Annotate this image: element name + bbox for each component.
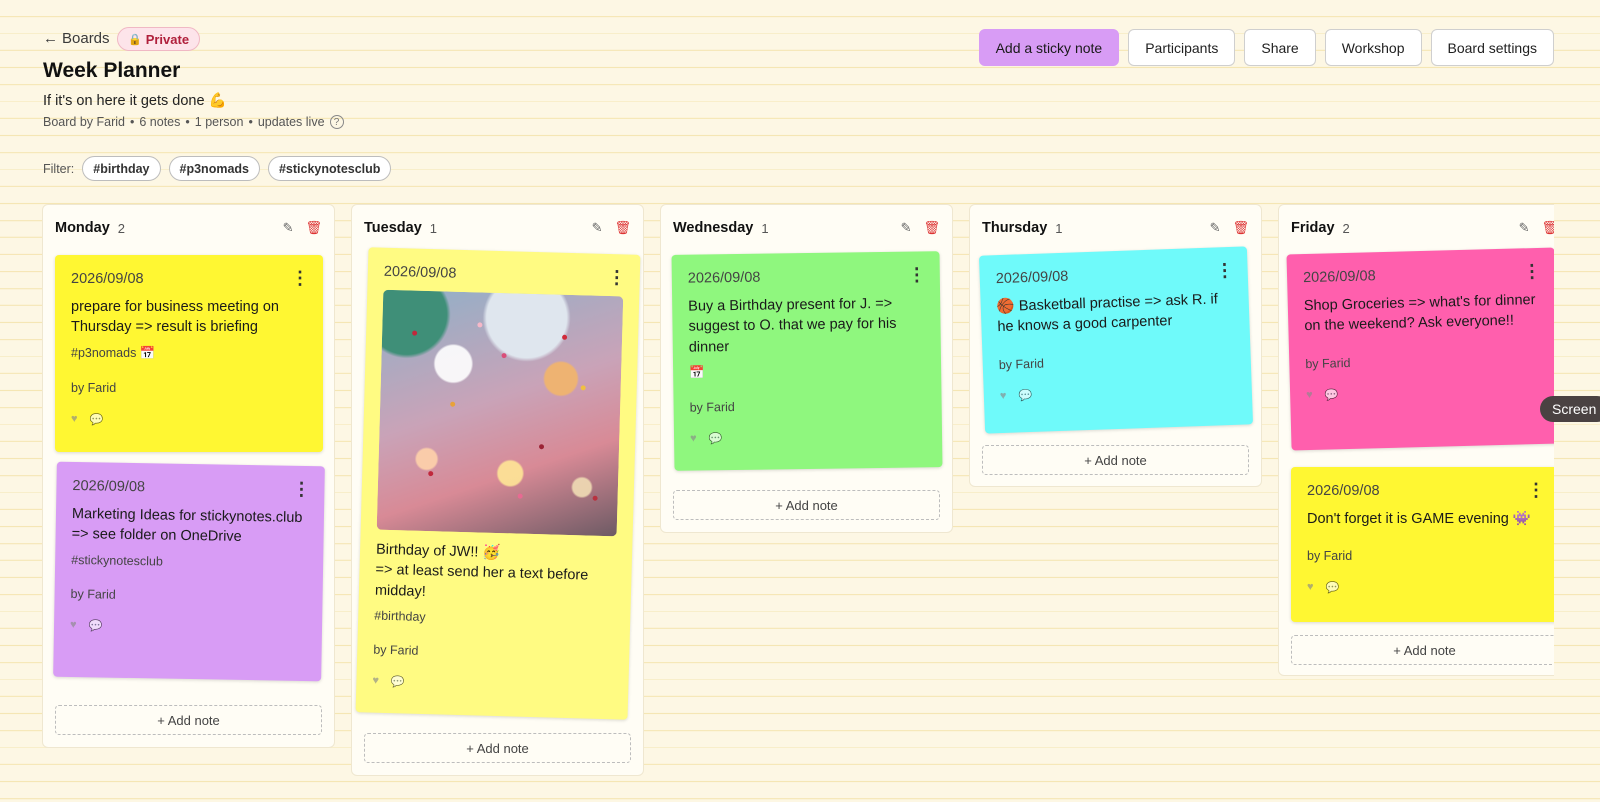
screen-share-pill[interactable]: Screen xyxy=(1540,396,1600,422)
column-title: Wednesday xyxy=(673,220,754,236)
note-author: by Farid xyxy=(71,380,117,395)
column-note-count: 1 xyxy=(429,220,437,236)
sticky-note[interactable]: 2026/09/08 ⋮ 🏀 Basketball practise => as… xyxy=(978,246,1254,434)
comment-icon[interactable]: 💬 xyxy=(1325,388,1339,401)
add-note-button[interactable]: + Add note xyxy=(1291,635,1554,665)
note-date: 2026/09/08 xyxy=(995,268,1069,288)
edit-column-icon[interactable]: ✎ xyxy=(1519,220,1530,236)
add-note-button[interactable]: + Add note xyxy=(982,445,1249,475)
note-menu-icon[interactable]: ⋮ xyxy=(1523,261,1542,281)
column-header: Monday 2 ✎ 🗑 xyxy=(55,218,322,238)
note-text: Birthday of JW!! 🥳 => at least send her … xyxy=(374,541,589,600)
note-text: Shop Groceries => what's for dinner on t… xyxy=(1303,292,1536,335)
note-date: 2026/09/08 xyxy=(1307,483,1380,499)
edit-column-icon[interactable]: ✎ xyxy=(592,220,603,236)
comment-icon[interactable]: 💬 xyxy=(391,675,405,688)
column-tuesday: Tuesday 1 ✎ 🗑 2026/09/08 ⋮ Birthday of J… xyxy=(351,204,644,776)
delete-column-icon[interactable]: 🗑 xyxy=(923,220,940,236)
note-menu-icon[interactable]: ⋮ xyxy=(608,267,627,287)
comment-icon[interactable]: 💬 xyxy=(1018,389,1032,402)
sticky-note[interactable]: 2026/09/08 ⋮ Birthday of JW!! 🥳 => at le… xyxy=(355,247,641,720)
note-text: prepare for business meeting on Thursday… xyxy=(71,299,279,336)
note-tag[interactable]: #p3nomads 📅 xyxy=(71,346,307,361)
note-date: 2026/09/08 xyxy=(71,271,144,287)
note-date: 2026/09/08 xyxy=(383,263,457,282)
note-menu-icon[interactable]: ⋮ xyxy=(1527,481,1545,499)
column-note-count: 2 xyxy=(1342,220,1350,236)
note-author: by Farid xyxy=(373,642,419,658)
column-header: Tuesday 1 ✎ 🗑 xyxy=(364,218,631,238)
note-text: 🏀 Basketball practise => ask R. if he kn… xyxy=(996,291,1219,336)
note-tag[interactable]: #birthday xyxy=(374,608,614,629)
note-text: Don't forget it is GAME evening 👾 xyxy=(1307,511,1531,527)
heart-icon[interactable]: ♥ xyxy=(71,413,78,426)
column-note-count: 1 xyxy=(1055,220,1063,236)
add-note-button[interactable]: + Add note xyxy=(364,733,631,763)
board-columns: Monday 2 ✎ 🗑 2026/09/08 ⋮ prepare for bu… xyxy=(0,0,1554,802)
sticky-note[interactable]: 2026/09/08 ⋮ Don't forget it is GAME eve… xyxy=(1291,467,1554,622)
column-header: Wednesday 1 ✎ 🗑 xyxy=(673,218,940,238)
sticky-note[interactable]: 2026/09/08 ⋮ Shop Groceries => what's fo… xyxy=(1286,247,1554,451)
sticky-note[interactable]: 2026/09/08 ⋮ Buy a Birthday present for … xyxy=(671,251,943,471)
column-title: Friday xyxy=(1291,220,1335,236)
delete-column-icon[interactable]: 🗑 xyxy=(614,220,631,236)
note-text: Buy a Birthday present for J. => suggest… xyxy=(688,295,897,356)
delete-column-icon[interactable]: 🗑 xyxy=(1232,220,1249,236)
note-text: Marketing Ideas for stickynotes.club => … xyxy=(71,505,303,546)
note-menu-icon[interactable]: ⋮ xyxy=(292,479,310,499)
heart-icon[interactable]: ♥ xyxy=(1306,388,1313,401)
edit-column-icon[interactable]: ✎ xyxy=(1210,220,1221,236)
column-friday: Friday 2 ✎ 🗑 2026/09/08 ⋮ Shop Groceries… xyxy=(1278,204,1554,676)
note-menu-icon[interactable]: ⋮ xyxy=(1215,260,1234,281)
comment-icon[interactable]: 💬 xyxy=(709,432,723,445)
heart-icon[interactable]: ♥ xyxy=(1307,581,1314,594)
note-author: by Farid xyxy=(998,356,1045,372)
column-note-count: 2 xyxy=(117,220,126,236)
sticky-note[interactable]: 2026/09/08 ⋮ prepare for business meetin… xyxy=(55,255,323,452)
note-date: 2026/09/08 xyxy=(72,477,146,496)
delete-column-icon[interactable]: 🗑 xyxy=(1541,220,1554,236)
column-title: Tuesday xyxy=(364,220,422,236)
column-header: Friday 2 ✎ 🗑 xyxy=(1291,218,1554,238)
note-author: by Farid xyxy=(689,399,735,415)
comment-icon[interactable]: 💬 xyxy=(88,619,102,632)
column-monday: Monday 2 ✎ 🗑 2026/09/08 ⋮ prepare for bu… xyxy=(42,204,335,748)
note-date: 2026/09/08 xyxy=(687,269,761,287)
column-title: Thursday xyxy=(982,220,1048,236)
edit-column-icon[interactable]: ✎ xyxy=(283,220,294,236)
heart-icon[interactable]: ♥ xyxy=(690,432,697,445)
add-note-button[interactable]: + Add note xyxy=(55,705,322,735)
delete-column-icon[interactable]: 🗑 xyxy=(305,220,322,236)
note-menu-icon[interactable]: ⋮ xyxy=(291,269,309,287)
note-author: by Farid xyxy=(1307,549,1353,564)
column-thursday: Thursday 1 ✎ 🗑 2026/09/08 ⋮ 🏀 Basketball… xyxy=(969,204,1262,487)
column-title: Monday xyxy=(55,220,110,236)
heart-icon[interactable]: ♥ xyxy=(70,619,77,632)
column-wednesday: Wednesday 1 ✎ 🗑 2026/09/08 ⋮ Buy a Birth… xyxy=(660,204,953,533)
add-note-button[interactable]: + Add note xyxy=(673,490,940,520)
note-author: by Farid xyxy=(70,586,116,602)
note-date: 2026/09/08 xyxy=(1302,268,1376,287)
edit-column-icon[interactable]: ✎ xyxy=(901,220,912,236)
column-header: Thursday 1 ✎ 🗑 xyxy=(982,218,1249,238)
heart-icon[interactable]: ♥ xyxy=(372,674,379,687)
note-tag[interactable]: #stickynotesclub xyxy=(71,553,307,571)
confetti-party-photo xyxy=(376,289,624,537)
comment-icon[interactable]: 💬 xyxy=(90,413,104,426)
note-author: by Farid xyxy=(1305,355,1351,371)
heart-icon[interactable]: ♥ xyxy=(1000,389,1007,402)
note-menu-icon[interactable]: ⋮ xyxy=(908,264,926,284)
note-tag[interactable]: 📅 xyxy=(689,362,925,380)
sticky-note[interactable]: 2026/09/08 ⋮ Marketing Ideas for stickyn… xyxy=(53,461,325,682)
comment-icon[interactable]: 💬 xyxy=(1326,581,1340,594)
column-note-count: 1 xyxy=(761,220,769,236)
